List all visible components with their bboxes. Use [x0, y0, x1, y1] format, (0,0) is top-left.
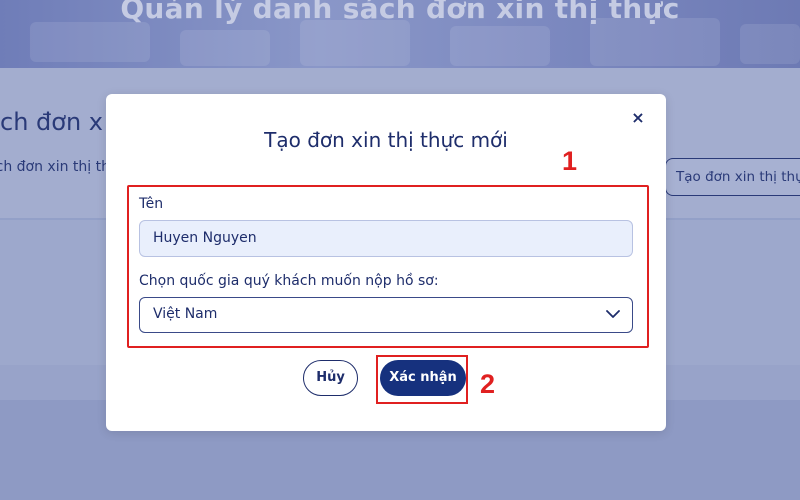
chevron-down-icon: [606, 310, 620, 318]
modal-title: Tạo đơn xin thị thực mới: [264, 128, 508, 152]
create-visa-modal: Tạo đơn xin thị thực mới × Tên Huyen Ngu…: [106, 94, 666, 431]
name-field-label: Tên: [139, 196, 164, 212]
page-title: Quản lý danh sách đơn xin thị thực: [120, 0, 680, 25]
create-visa-application-button[interactable]: Tạo đơn xin thị thực: [665, 158, 800, 196]
annotation-step-1: 1: [562, 146, 578, 176]
annotation-step-2: 2: [480, 369, 496, 399]
section-heading: ch đơn x: [0, 108, 103, 136]
country-select-value: Việt Nam: [153, 306, 218, 322]
cancel-button[interactable]: Hủy: [303, 360, 358, 396]
country-select[interactable]: Việt Nam: [139, 297, 633, 333]
confirm-button[interactable]: Xác nhận: [380, 360, 466, 396]
page-hero: Quản lý danh sách đơn xin thị thực: [0, 0, 800, 68]
section-subheading: ch đơn xin thị th: [0, 159, 110, 175]
name-input[interactable]: Huyen Nguyen: [139, 220, 633, 257]
country-field-label: Chọn quốc gia quý khách muốn nộp hồ sơ:: [139, 273, 439, 289]
close-icon[interactable]: ×: [628, 108, 648, 128]
